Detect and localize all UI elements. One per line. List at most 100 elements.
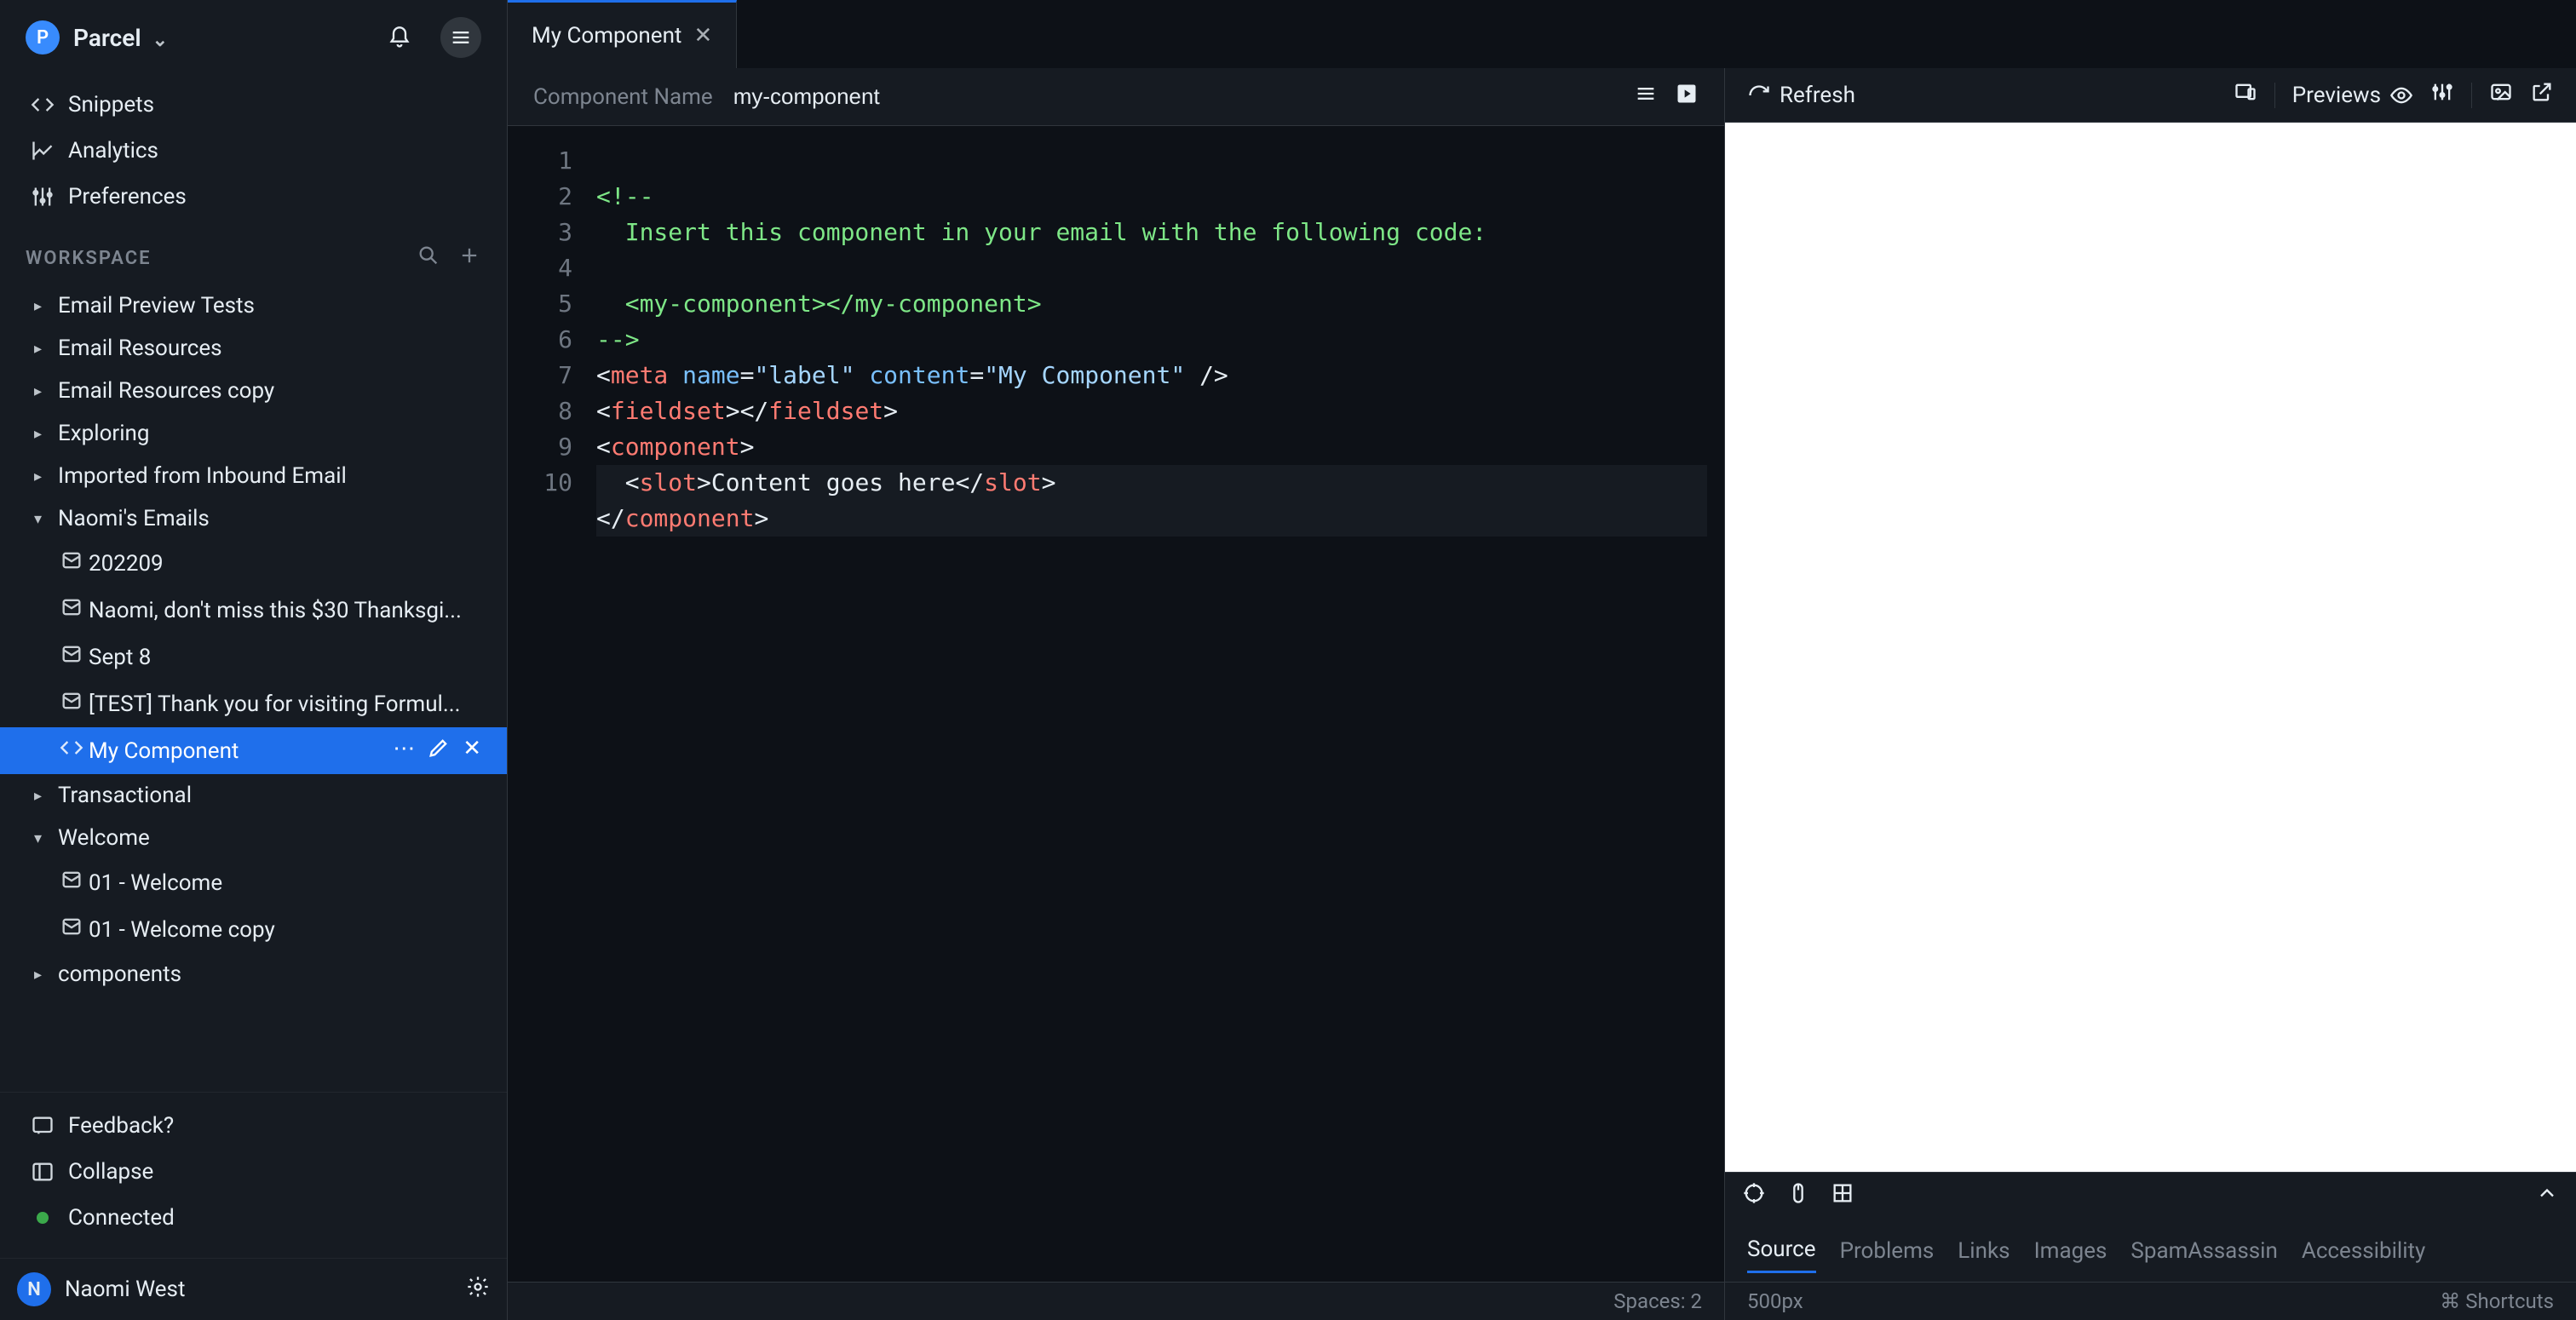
inspector-tab-source[interactable]: Source	[1747, 1228, 1816, 1273]
tree-item-label: Imported from Inbound Email	[58, 463, 347, 489]
nav-preferences[interactable]: Preferences	[14, 174, 493, 220]
spaces-indicator[interactable]: Spaces: 2	[1613, 1289, 1702, 1313]
nav-analytics-label: Analytics	[68, 138, 158, 164]
refresh-button[interactable]: Refresh	[1747, 83, 1855, 108]
devices-icon	[2234, 80, 2257, 104]
component-name-label: Component Name	[533, 84, 713, 110]
tree-item-label: 01 - Welcome copy	[89, 917, 275, 943]
inspector-tab-problems[interactable]: Problems	[1840, 1230, 1935, 1272]
tree-file[interactable]: Naomi, don't miss this $30 Thanksgi...	[0, 587, 507, 634]
screenshot-button[interactable]	[2489, 80, 2513, 110]
run-button[interactable]	[1675, 82, 1699, 112]
tree-file[interactable]: My Component⋯✕	[0, 727, 507, 774]
shortcuts-button[interactable]: ⌘ Shortcuts	[2440, 1289, 2554, 1313]
tree-folder[interactable]: ▸Exploring	[0, 412, 507, 455]
inspector-tab-links[interactable]: Links	[1958, 1230, 2010, 1272]
code-line: <fieldset></fieldset>	[596, 397, 898, 425]
more-button[interactable]: ⋯	[393, 736, 415, 766]
sidebar-footer: Feedback? Collapse Connected	[0, 1092, 507, 1251]
add-button[interactable]	[457, 244, 481, 273]
chevron-icon: ▾	[34, 829, 49, 847]
edit-button[interactable]	[427, 736, 451, 766]
search-icon	[417, 244, 440, 267]
refresh-icon	[1747, 83, 1771, 107]
preview-pane: Refresh Previews	[1724, 68, 2576, 1320]
chevron-icon: ▸	[34, 966, 49, 984]
feedback-label: Feedback?	[68, 1113, 174, 1139]
tree-folder[interactable]: ▸ components	[0, 953, 507, 996]
feedback-icon	[31, 1114, 55, 1138]
tree-item-label: Email Resources	[58, 336, 222, 361]
target-icon	[1742, 1181, 1766, 1205]
tree-item-label: components	[58, 961, 181, 987]
mail-icon	[60, 642, 80, 672]
grid-icon	[1831, 1181, 1854, 1205]
tree-folder[interactable]: ▸ Email Resources copy	[0, 370, 507, 412]
tree-item-label: Email Resources copy	[58, 378, 274, 404]
tab-my-component[interactable]: My Component ✕	[508, 0, 737, 68]
tree-folder[interactable]: ▾Welcome	[0, 817, 507, 859]
tree-file[interactable]: [TEST] Thank you for visiting Formul...	[0, 680, 507, 727]
sliders-icon	[31, 185, 55, 209]
collapse-inspector-button[interactable]	[2535, 1181, 2559, 1211]
grid-button[interactable]	[1831, 1181, 1854, 1211]
code-line: <!--	[596, 182, 653, 210]
settings-button[interactable]	[2430, 80, 2454, 110]
tree-folder[interactable]: ▾Naomi's Emails	[0, 497, 507, 540]
inspect-button[interactable]	[1742, 1181, 1766, 1211]
hamburger-icon	[449, 26, 473, 49]
preview-width[interactable]: 500px	[1747, 1289, 1803, 1313]
sliders-icon	[2430, 80, 2454, 104]
pointer-button[interactable]	[1786, 1181, 1810, 1211]
chevron-up-icon	[2535, 1181, 2559, 1205]
code-line: -->	[596, 325, 640, 353]
nav-snippets[interactable]: Snippets	[14, 82, 493, 128]
workspace-heading: WORKSPACE	[26, 248, 152, 269]
tree-item-label: Exploring	[58, 421, 150, 446]
chevron-icon: ▸	[34, 468, 49, 485]
wrap-toggle-button[interactable]	[1634, 82, 1658, 112]
code-line: <my-component></my-component>	[596, 290, 1042, 318]
search-button[interactable]	[417, 244, 440, 273]
code-line: <component>	[596, 433, 754, 461]
nav-analytics[interactable]: Analytics	[14, 128, 493, 174]
tab-close-button[interactable]: ✕	[693, 23, 712, 49]
feedback-button[interactable]: Feedback?	[14, 1103, 493, 1149]
tree-folder[interactable]: ▸Transactional	[0, 774, 507, 817]
user-settings-button[interactable]	[466, 1275, 490, 1305]
inspector-tab-accessibility[interactable]: Accessibility	[2302, 1230, 2426, 1272]
chevron-icon: ▸	[34, 382, 49, 400]
tree-folder[interactable]: ▸ Imported from Inbound Email	[0, 455, 507, 497]
notifications-button[interactable]	[379, 17, 420, 58]
tree-folder[interactable]: ▸Email Preview Tests	[0, 284, 507, 327]
tree-item-label: Transactional	[58, 783, 192, 808]
open-external-button[interactable]	[2530, 80, 2554, 110]
previews-toggle[interactable]: Previews	[2292, 83, 2413, 108]
inspector-tab-spamassassin[interactable]: SpamAssassin	[2130, 1230, 2277, 1272]
preview-viewport[interactable]	[1725, 123, 2576, 1172]
workspace-header: WORKSPACE	[0, 227, 507, 281]
user-row[interactable]: N Naomi West	[0, 1258, 507, 1320]
collapse-button[interactable]: Collapse	[14, 1149, 493, 1195]
code-editor[interactable]: 12345678910 <!-- Insert this component i…	[508, 126, 1724, 1282]
code-line: <slot>Content goes here</slot>	[596, 465, 1707, 501]
pencil-icon	[427, 736, 451, 760]
brand-badge: P	[26, 20, 60, 55]
menu-button[interactable]	[440, 17, 481, 58]
component-name-input[interactable]	[730, 80, 1037, 113]
chevron-icon: ▸	[34, 340, 49, 358]
tree-file[interactable]: 202209	[0, 540, 507, 587]
collapse-icon	[31, 1160, 55, 1184]
inspector-tab-images[interactable]: Images	[2034, 1230, 2107, 1272]
tree-file[interactable]: 01 - Welcome copy	[0, 906, 507, 953]
close-button[interactable]: ✕	[463, 736, 481, 766]
tree-file[interactable]: 01 - Welcome	[0, 859, 507, 906]
brand-name[interactable]: Parcel ⌄	[73, 24, 168, 52]
devices-button[interactable]	[2234, 80, 2257, 110]
nav-snippets-label: Snippets	[68, 92, 154, 118]
image-icon	[2489, 80, 2513, 104]
tree-file[interactable]: Sept 8	[0, 634, 507, 680]
chevron-down-icon: ⌄	[152, 30, 168, 51]
tree-folder[interactable]: ▸ Email Resources	[0, 327, 507, 370]
code-content[interactable]: <!-- Insert this component in your email…	[589, 126, 1724, 1282]
